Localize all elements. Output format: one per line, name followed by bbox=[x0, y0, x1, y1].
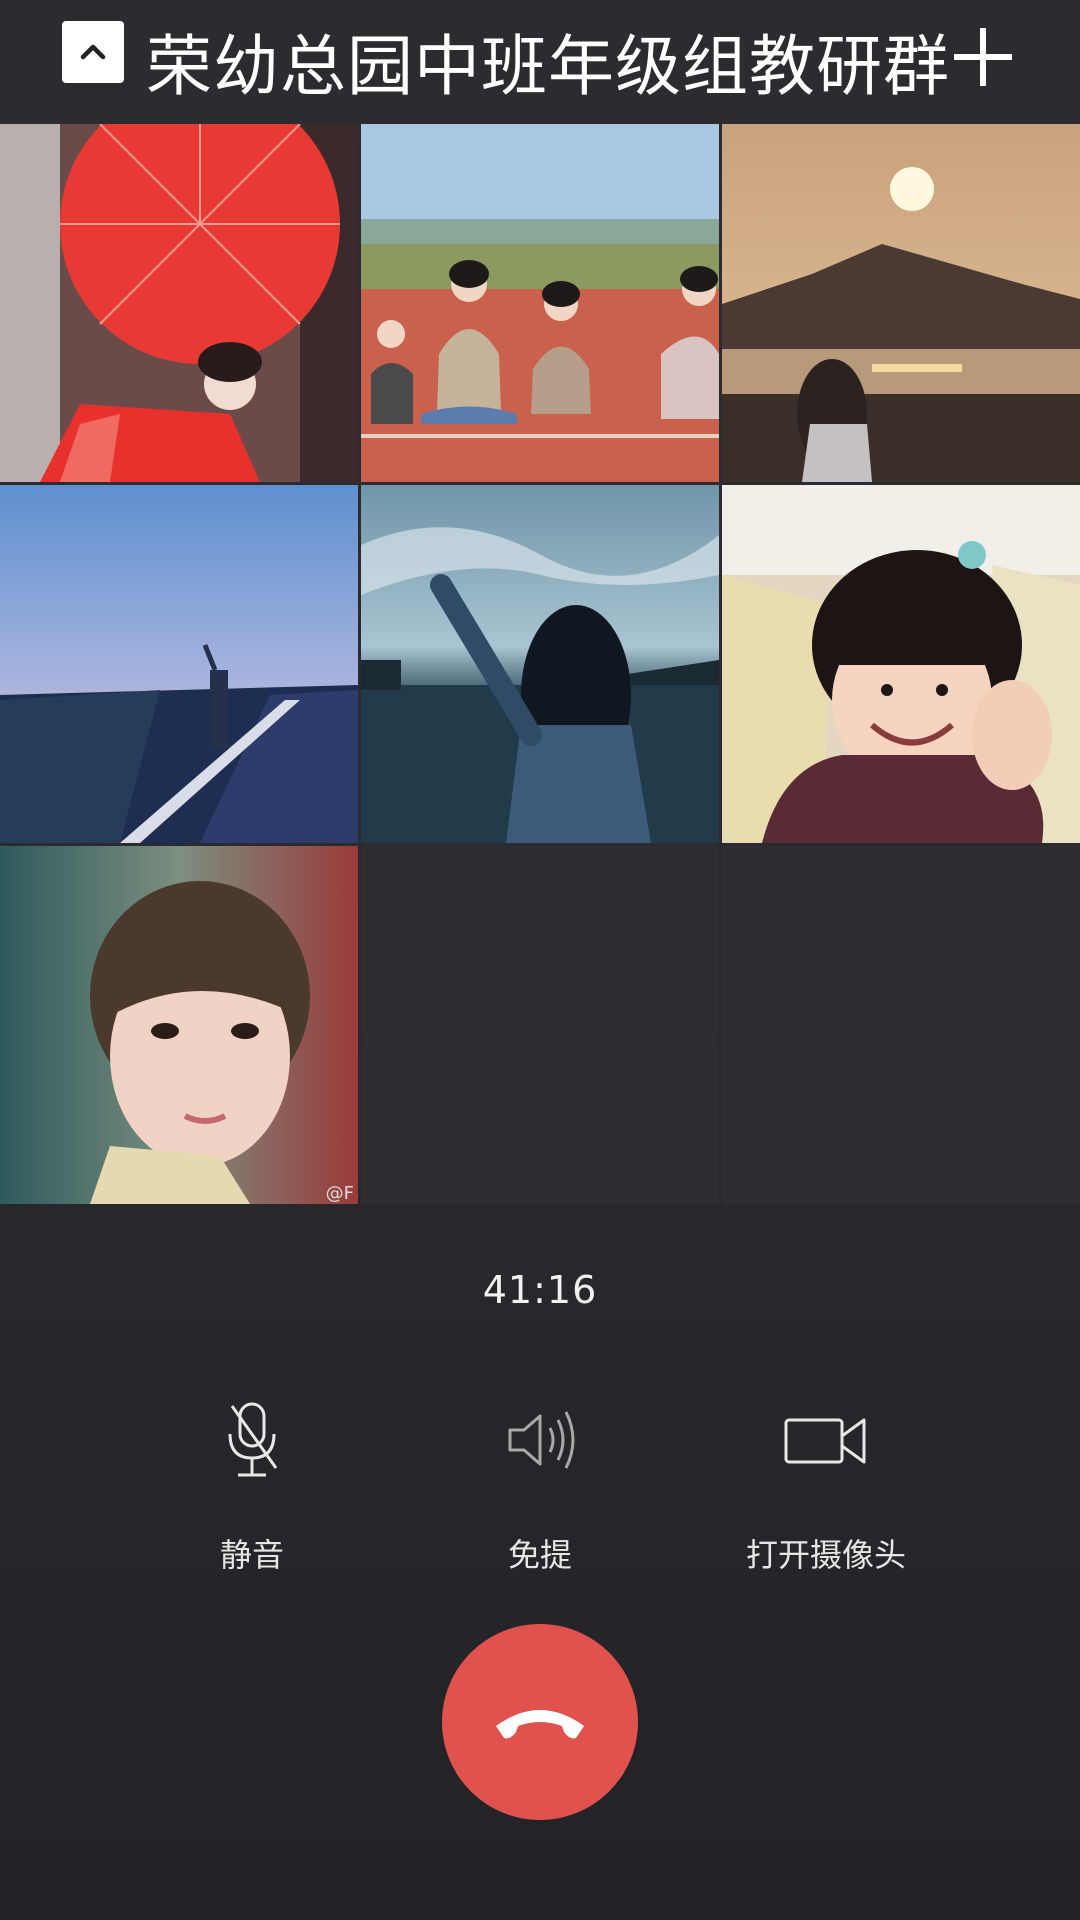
smiling-child-photo bbox=[722, 485, 1080, 843]
waterfront-wave-photo bbox=[361, 485, 719, 843]
participant-tile-7[interactable]: @F bbox=[0, 846, 358, 1204]
photo-watermark: @F bbox=[325, 1183, 354, 1204]
hang-up-button[interactable] bbox=[442, 1624, 638, 1820]
participant-grid: @F bbox=[0, 124, 1080, 1204]
participant-tile-1[interactable] bbox=[0, 124, 358, 482]
empty-slot bbox=[361, 846, 719, 1204]
participant-tile-5[interactable] bbox=[361, 485, 719, 843]
phone-hangup-icon bbox=[496, 1710, 584, 1739]
plus-icon bbox=[954, 28, 1012, 86]
speaker-icon bbox=[508, 1411, 575, 1469]
short-hair-portrait-photo bbox=[0, 846, 358, 1204]
participant-tile-2[interactable] bbox=[361, 124, 719, 482]
add-participant-button[interactable] bbox=[948, 22, 1018, 92]
sunset-lake-photo bbox=[722, 124, 1080, 482]
empty-slot bbox=[722, 846, 1080, 1204]
camera-button[interactable]: 打开摄像头 bbox=[696, 1400, 956, 1580]
group-on-track-photo bbox=[361, 124, 719, 482]
header-bar: 荣幼总园中班年级组教研群 bbox=[0, 0, 1080, 124]
call-timer: 41:16 bbox=[482, 1268, 598, 1312]
mute-button[interactable]: 静音 bbox=[122, 1400, 382, 1580]
video-camera-icon bbox=[784, 1418, 866, 1464]
chevron-up-icon bbox=[80, 44, 106, 60]
speaker-label: 免提 bbox=[507, 1536, 572, 1574]
group-title: 荣幼总园中班年级组教研群 bbox=[146, 28, 950, 105]
participant-tile-4[interactable] bbox=[0, 485, 358, 843]
call-screen: 荣幼总园中班年级组教研群 @F 41:16 静音 免提 打开摄像头 bbox=[0, 0, 1080, 1920]
red-umbrella-photo bbox=[0, 124, 358, 482]
collapse-button[interactable] bbox=[62, 21, 124, 83]
road-dusk-photo bbox=[0, 485, 358, 843]
speaker-button[interactable]: 免提 bbox=[410, 1400, 670, 1580]
participant-tile-6[interactable] bbox=[722, 485, 1080, 843]
mic-off-icon bbox=[228, 1402, 278, 1477]
camera-label: 打开摄像头 bbox=[745, 1536, 906, 1574]
participant-tile-3[interactable] bbox=[722, 124, 1080, 482]
mute-label: 静音 bbox=[219, 1536, 284, 1574]
